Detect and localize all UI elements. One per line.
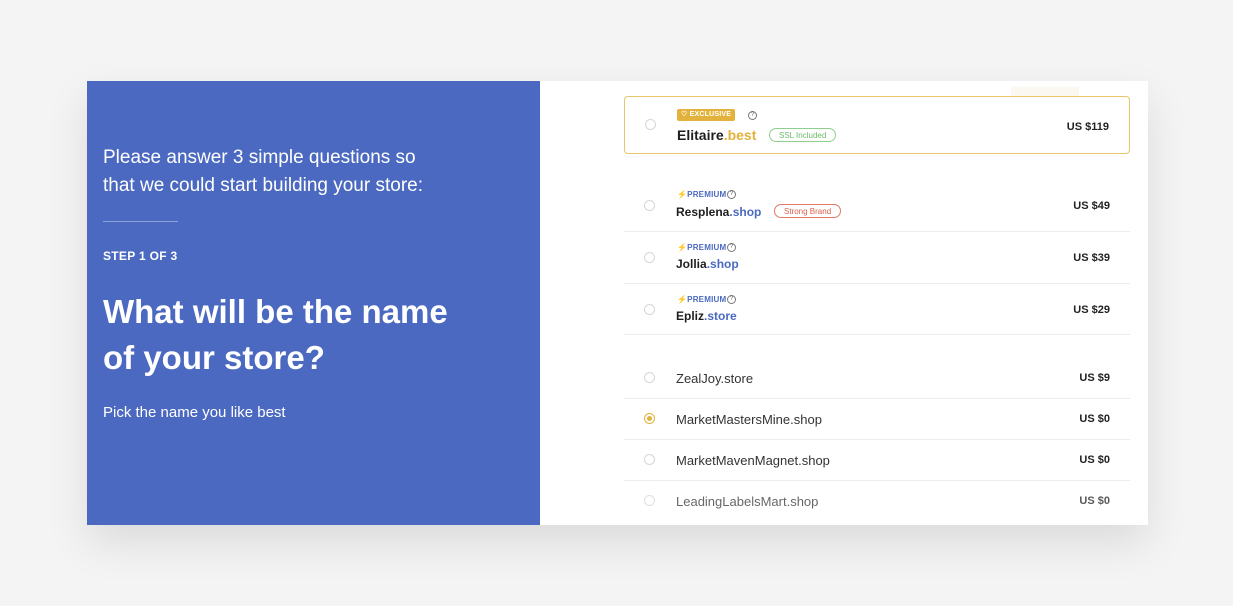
price: US $0 xyxy=(1079,413,1110,425)
row-divider xyxy=(624,334,1130,335)
domain-base: Jollia xyxy=(676,257,707,271)
premium-badge-label: PREMIUM xyxy=(687,295,727,304)
radio-button[interactable] xyxy=(644,304,655,315)
exclusive-badge: ♡ EXCLUSIVE xyxy=(677,109,736,121)
price: US $29 xyxy=(1073,304,1110,316)
option-standard[interactable]: LeadingLabelsMart.shop US $0 xyxy=(624,481,1130,522)
domain-name: ZealJoy.store xyxy=(676,371,754,386)
ssl-included-tag: SSL Included xyxy=(769,128,837,142)
price: US $39 xyxy=(1073,252,1110,264)
domain-tld: .shop xyxy=(729,205,762,219)
question-circle-icon[interactable]: ? xyxy=(727,190,736,199)
domain-base: Elitaire xyxy=(677,127,724,143)
domain-base: Epliz xyxy=(676,309,705,323)
domain-name: Elitaire.best xyxy=(677,127,756,143)
hint-text: Pick the name you like best xyxy=(103,404,286,421)
radio-button-selected[interactable] xyxy=(644,413,655,424)
radio-button[interactable] xyxy=(644,495,655,506)
price: US $49 xyxy=(1073,200,1110,212)
lightning-icon: ⚡ xyxy=(677,243,688,252)
domain-name: Epliz.store xyxy=(676,309,737,323)
radio-button[interactable] xyxy=(644,200,655,211)
radio-button[interactable] xyxy=(644,454,655,465)
strong-brand-tag: Strong Brand xyxy=(774,204,842,218)
domain-name: LeadingLabelsMart.shop xyxy=(676,494,819,509)
radio-button[interactable] xyxy=(644,372,655,383)
option-standard[interactable]: MarketMastersMine.shop US $0 xyxy=(624,399,1130,440)
diamond-icon: ♡ xyxy=(681,111,688,118)
option-standard[interactable]: ZealJoy.store US $9 xyxy=(624,358,1130,399)
question-heading: What will be the name of your store? xyxy=(103,293,448,376)
price: US $0 xyxy=(1079,495,1110,507)
premium-badge-label: PREMIUM xyxy=(687,243,727,252)
question-circle-icon[interactable]: ? xyxy=(727,295,736,304)
domain-base: Resplena xyxy=(676,205,730,219)
question-panel: Please answer 3 simple questions so that… xyxy=(87,81,540,525)
domain-tld: .store xyxy=(704,309,737,323)
radio-button[interactable] xyxy=(644,252,655,263)
domain-name: Resplena.shop xyxy=(676,205,761,219)
lightning-icon: ⚡ xyxy=(677,295,688,304)
price: US $0 xyxy=(1079,454,1110,466)
exclusive-badge-label: EXCLUSIVE xyxy=(689,111,732,118)
price: US $9 xyxy=(1079,372,1110,384)
option-premium[interactable]: ⚡PREMIUM ? Epliz.store US $29 xyxy=(624,284,1130,335)
price: US $119 xyxy=(1066,121,1109,133)
option-exclusive[interactable]: ♡ EXCLUSIVE ? Elitaire.best SSL Included… xyxy=(624,96,1130,154)
store-wizard-card: Please answer 3 simple questions so that… xyxy=(87,81,1148,525)
domain-name: Jollia.shop xyxy=(676,257,739,271)
option-standard[interactable]: MarketMavenMagnet.shop US $0 xyxy=(624,440,1130,481)
radio-button[interactable] xyxy=(645,119,656,130)
intro-text: Please answer 3 simple questions so that… xyxy=(103,147,424,196)
domain-tld: .shop xyxy=(706,257,739,271)
domain-name: MarketMavenMagnet.shop xyxy=(676,453,830,468)
domain-tld: .best xyxy=(723,127,757,143)
name-options-panel: ♡ EXCLUSIVE ? Elitaire.best SSL Included… xyxy=(540,81,1148,525)
question-circle-icon[interactable]: ? xyxy=(727,243,736,252)
premium-badge: ⚡PREMIUM xyxy=(677,295,726,304)
premium-badge: ⚡PREMIUM xyxy=(677,243,726,252)
domain-name: MarketMastersMine.shop xyxy=(676,412,822,427)
lightning-icon: ⚡ xyxy=(677,190,688,199)
option-premium[interactable]: ⚡PREMIUM ? Jollia.shop US $39 xyxy=(624,232,1130,284)
step-indicator: STEP 1 OF 3 xyxy=(103,249,178,263)
option-premium[interactable]: ⚡PREMIUM ? Resplena.shop Strong Brand US… xyxy=(624,180,1130,232)
divider xyxy=(103,221,178,222)
premium-badge-label: PREMIUM xyxy=(687,190,727,199)
question-circle-icon[interactable]: ? xyxy=(748,111,757,120)
premium-badge: ⚡PREMIUM xyxy=(677,190,726,199)
